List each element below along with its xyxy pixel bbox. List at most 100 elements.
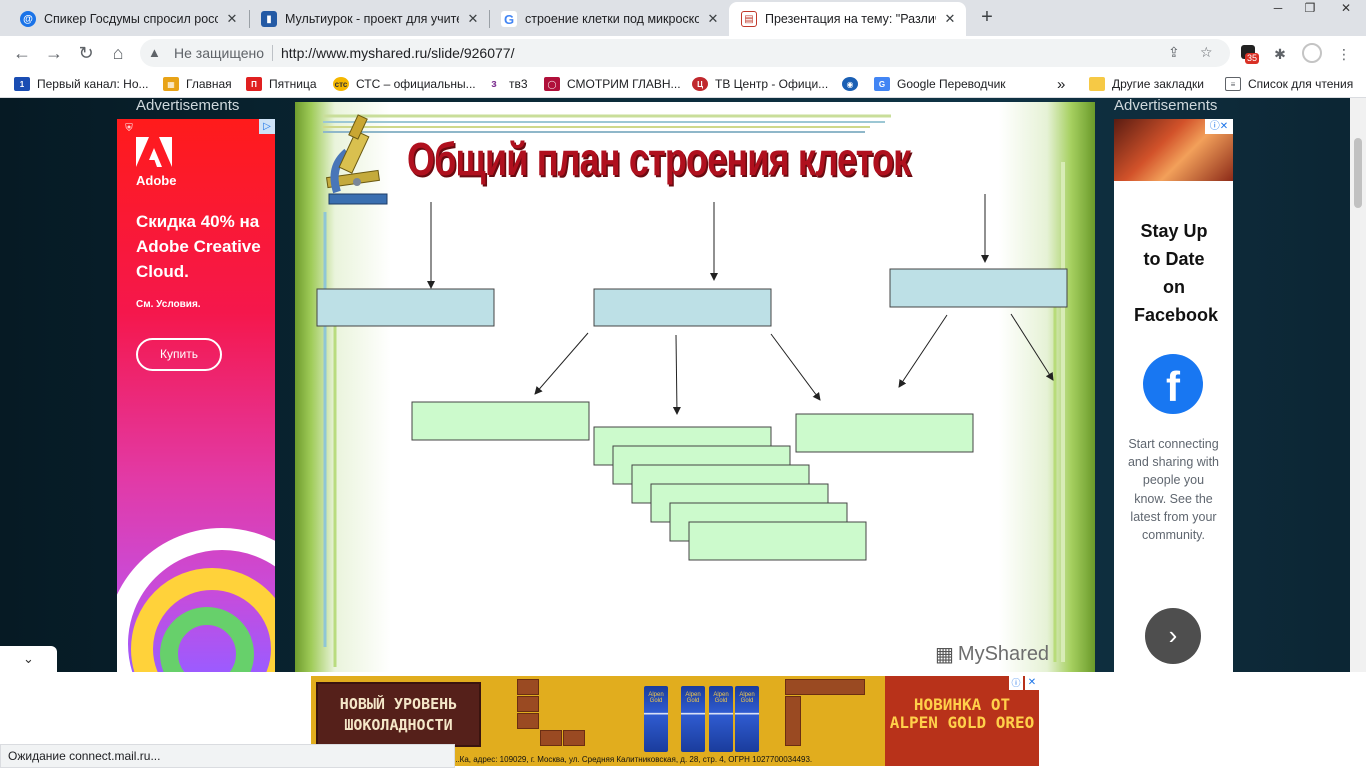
- myshared-watermark: ▦ MyShared: [935, 642, 1049, 667]
- shield-icon: ⛨: [125, 123, 133, 134]
- tab-presentation[interactable]: ▤ Презентация на тему: "Различи ✕: [729, 2, 966, 36]
- adobe-ad[interactable]: ⛨ ▷ Adobe Скидка 40% на Adobe Creative C…: [117, 119, 275, 672]
- bookmark-label: тв3: [509, 77, 528, 91]
- ad-terms[interactable]: См. Условия.: [136, 299, 201, 310]
- facebook-ad[interactable]: ⓘ✕ Stay Up to Date on Facebook f Start c…: [1114, 119, 1233, 672]
- tab-google-search[interactable]: G строение клетки под микроско ✕: [489, 2, 729, 36]
- profile-avatar-icon[interactable]: [1301, 43, 1323, 65]
- ad-info-icon[interactable]: ⓘ✕: [1205, 119, 1233, 134]
- star-icon[interactable]: ☆: [1200, 44, 1213, 61]
- ad-description: Start connecting and sharing with people…: [1127, 437, 1220, 543]
- back-button[interactable]: ←: [8, 40, 36, 66]
- reading-list-icon: ≡: [1225, 77, 1241, 91]
- other-bookmarks-folder[interactable]: Другие закладки: [1089, 75, 1204, 93]
- ad-info-icon[interactable]: ▷: [259, 119, 275, 134]
- pyatnitsa-icon: П: [246, 77, 262, 91]
- ad-close-icon[interactable]: ✕: [1025, 676, 1039, 690]
- diagram-arrow: [770, 333, 821, 401]
- chocolate-tile: [517, 679, 539, 695]
- diagram-box-blue: [889, 268, 1068, 308]
- ad-headline: Stay Up to Date on Facebook: [1134, 221, 1219, 325]
- bookmark-label: ТВ Центр - Офици...: [715, 77, 829, 91]
- minimize-button[interactable]: ─: [1262, 0, 1294, 18]
- bookmark-label: СМОТРИМ ГЛАВН...: [567, 77, 681, 91]
- security-label[interactable]: Не защищено: [174, 45, 264, 61]
- chevron-right-icon[interactable]: ›: [1145, 608, 1201, 664]
- presentation-board-icon: ▦: [935, 644, 954, 666]
- forward-button[interactable]: →: [40, 40, 68, 66]
- close-icon[interactable]: ✕: [942, 11, 958, 27]
- bookmark-item[interactable]: ▦ Главная: [163, 75, 232, 93]
- scrollbar-thumb[interactable]: [1354, 138, 1362, 208]
- tvc-icon: Ц: [692, 77, 708, 91]
- chocolate-pack: Alpen Gold: [735, 686, 759, 752]
- browser-toolbar: ← → ↻ ⌂ ▲ Не защищено http://www.myshare…: [0, 36, 1366, 70]
- chocolate-pack: Alpen Gold: [709, 686, 733, 752]
- book-icon: ▮: [261, 11, 277, 27]
- cell-structure-diagram: [316, 194, 1068, 561]
- diagram-arrow: [534, 332, 589, 395]
- bookmark-item[interactable]: ◯ СМОТРИМ ГЛАВН...: [544, 75, 681, 93]
- diagram-box-green: [411, 401, 590, 441]
- home-button[interactable]: ⌂: [104, 40, 132, 66]
- channel-one-icon: 1: [14, 77, 30, 91]
- home-channel-icon: ▦: [163, 77, 179, 91]
- maximize-button[interactable]: ❐: [1294, 0, 1326, 18]
- menu-kebab-icon[interactable]: ⋮: [1333, 43, 1355, 65]
- close-icon[interactable]: ✕: [224, 11, 240, 27]
- address-bar[interactable]: ▲ Не защищено http://www.myshared.ru/sli…: [140, 39, 1230, 67]
- url-text[interactable]: http://www.myshared.ru/slide/926077/: [281, 45, 514, 61]
- reading-list-button[interactable]: ≡ Список для чтения: [1225, 75, 1353, 93]
- ad-info-icon[interactable]: ⓘ: [1009, 676, 1023, 690]
- omnibox-divider: [272, 45, 273, 61]
- tab-title: Спикер Госдумы спросил росси: [44, 12, 218, 26]
- bookmark-item[interactable]: стс СТС – официальны...: [333, 75, 476, 93]
- folder-icon: [1089, 77, 1105, 91]
- reading-list-label: Список для чтения: [1248, 77, 1354, 91]
- new-tab-button[interactable]: +: [973, 4, 1001, 32]
- tab-title: Презентация на тему: "Различи: [765, 12, 936, 26]
- bookmark-label: СТС – официальны...: [356, 77, 476, 91]
- diagram-box-green: [688, 521, 867, 561]
- share-icon[interactable]: ⇪: [1168, 44, 1180, 61]
- bookmark-item[interactable]: ◉: [842, 75, 865, 93]
- close-icon[interactable]: ✕: [705, 11, 721, 27]
- diagram-arrow: [898, 314, 948, 388]
- puzzle-icon[interactable]: ✱: [1269, 43, 1291, 65]
- bookmark-item[interactable]: 1 Первый канал: Но...: [14, 75, 149, 93]
- smotrim-icon: ◯: [544, 77, 560, 91]
- buy-button[interactable]: Купить: [136, 338, 222, 371]
- close-icon[interactable]: ✕: [465, 11, 481, 27]
- bookmarks-overflow-button[interactable]: »: [1057, 75, 1065, 93]
- diagram-box-green: [795, 413, 974, 453]
- advertisements-label: Advertisements: [136, 98, 240, 114]
- diagram-box-blue: [593, 288, 772, 327]
- chocolate-pack: Alpen Gold: [681, 686, 705, 752]
- presentation-slide: Общий план строения клеток ▦ MyShared: [295, 102, 1095, 672]
- advertisements-label: Advertisements: [1114, 98, 1218, 114]
- chocolate-tile: [517, 696, 539, 712]
- tab-multiurok[interactable]: ▮ Мультиурок - проект для учите ✕: [249, 2, 489, 36]
- tab-strip: @ Спикер Госдумы спросил росси ✕ ▮ Мульт…: [0, 0, 1366, 36]
- sts-icon: стс: [333, 77, 349, 91]
- bookmark-label: Первый канал: Но...: [37, 77, 149, 91]
- bookmark-item[interactable]: Ц ТВ Центр - Офици...: [692, 75, 828, 93]
- vertical-scrollbar[interactable]: [1350, 98, 1366, 672]
- bookmark-item[interactable]: з тв3: [486, 75, 528, 93]
- translate-icon: G: [874, 77, 890, 91]
- collapse-ad-button[interactable]: ⌄: [0, 646, 57, 672]
- bookmark-item[interactable]: П Пятница: [246, 75, 317, 93]
- presentation-icon: ▤: [741, 11, 757, 27]
- ad-headline: Скидка 40% на Adobe Creative Cloud.: [136, 212, 261, 281]
- bookmark-item[interactable]: G Google Переводчик: [874, 75, 1006, 93]
- bookmarks-bar: 1 Первый канал: Но... ▦ Главная П Пятниц…: [0, 70, 1366, 98]
- reload-button[interactable]: ↻: [72, 40, 100, 66]
- extension-badge-icon[interactable]: 35: [1237, 43, 1260, 65]
- warning-icon[interactable]: ▲: [148, 45, 161, 60]
- tv3-icon: з: [486, 77, 502, 91]
- chocolate-tile: [517, 713, 539, 729]
- close-window-button[interactable]: ✕: [1326, 0, 1366, 18]
- tab-mail[interactable]: @ Спикер Госдумы спросил росси ✕: [8, 2, 248, 36]
- tab-title: Мультиурок - проект для учите: [285, 12, 459, 26]
- bookmark-label: Главная: [186, 77, 232, 91]
